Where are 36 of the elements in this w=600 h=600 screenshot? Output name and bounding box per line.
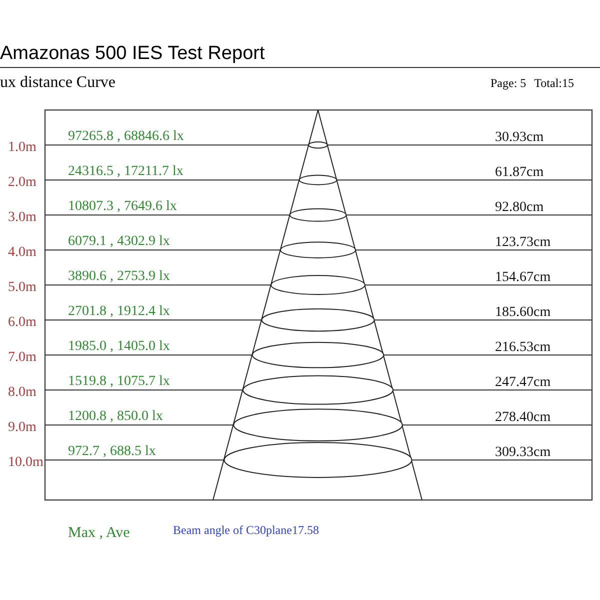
distance-label: 4.0m bbox=[8, 245, 36, 260]
distance-label: 10.0m bbox=[8, 455, 44, 470]
illuminance-reading: 10807.3 , 7649.6 lx bbox=[68, 199, 177, 214]
illuminance-reading: 972.7 , 688.5 lx bbox=[68, 444, 156, 459]
beam-diameter: 154.67cm bbox=[495, 270, 551, 285]
distance-label: 8.0m bbox=[8, 385, 36, 400]
distance-label: 7.0m bbox=[8, 350, 36, 365]
distance-label: 5.0m bbox=[8, 280, 36, 295]
beam-diameter: 61.87cm bbox=[495, 165, 544, 180]
illuminance-reading: 1200.8 , 850.0 lx bbox=[68, 409, 163, 424]
illuminance-reading: 3890.6 , 2753.9 lx bbox=[68, 269, 170, 284]
distance-label: 3.0m bbox=[8, 210, 36, 225]
illuminance-reading: 1985.0 , 1405.0 lx bbox=[68, 339, 170, 354]
report-title: Amazonas 500 IES Test Report bbox=[0, 0, 600, 68]
beam-diameter: 123.73cm bbox=[495, 235, 551, 250]
legend-text: Max , Ave bbox=[68, 525, 130, 541]
illuminance-reading: 24316.5 , 17211.7 lx bbox=[68, 164, 184, 179]
beam-diameter: 216.53cm bbox=[495, 340, 551, 355]
section-title: ux distance Curve bbox=[0, 73, 116, 93]
beam-diameter: 185.60cm bbox=[495, 305, 551, 320]
beam-diameter: 92.80cm bbox=[495, 200, 544, 215]
illuminance-reading: 97265.8 , 68846.6 lx bbox=[68, 129, 184, 144]
beam-diameter: 309.33cm bbox=[495, 445, 551, 460]
distance-label: 9.0m bbox=[8, 420, 36, 435]
distance-label: 2.0m bbox=[8, 175, 36, 190]
illuminance-reading: 6079.1 , 4302.9 lx bbox=[68, 234, 170, 249]
beam-diameter: 30.93cm bbox=[495, 130, 544, 145]
page-total: Total:15 bbox=[534, 76, 574, 91]
distance-label: 6.0m bbox=[8, 315, 36, 330]
beam-diameter: 278.40cm bbox=[495, 410, 551, 425]
beam-angle-text: Beam angle of C30plane17.58 bbox=[173, 523, 319, 537]
illuminance-reading: 2701.8 , 1912.4 lx bbox=[68, 304, 170, 319]
distance-label: 1.0m bbox=[8, 140, 36, 155]
illuminance-reading: 1519.8 , 1075.7 lx bbox=[68, 374, 170, 389]
page-number: Page: 5 bbox=[490, 76, 526, 91]
beam-diameter: 247.47cm bbox=[495, 375, 551, 390]
